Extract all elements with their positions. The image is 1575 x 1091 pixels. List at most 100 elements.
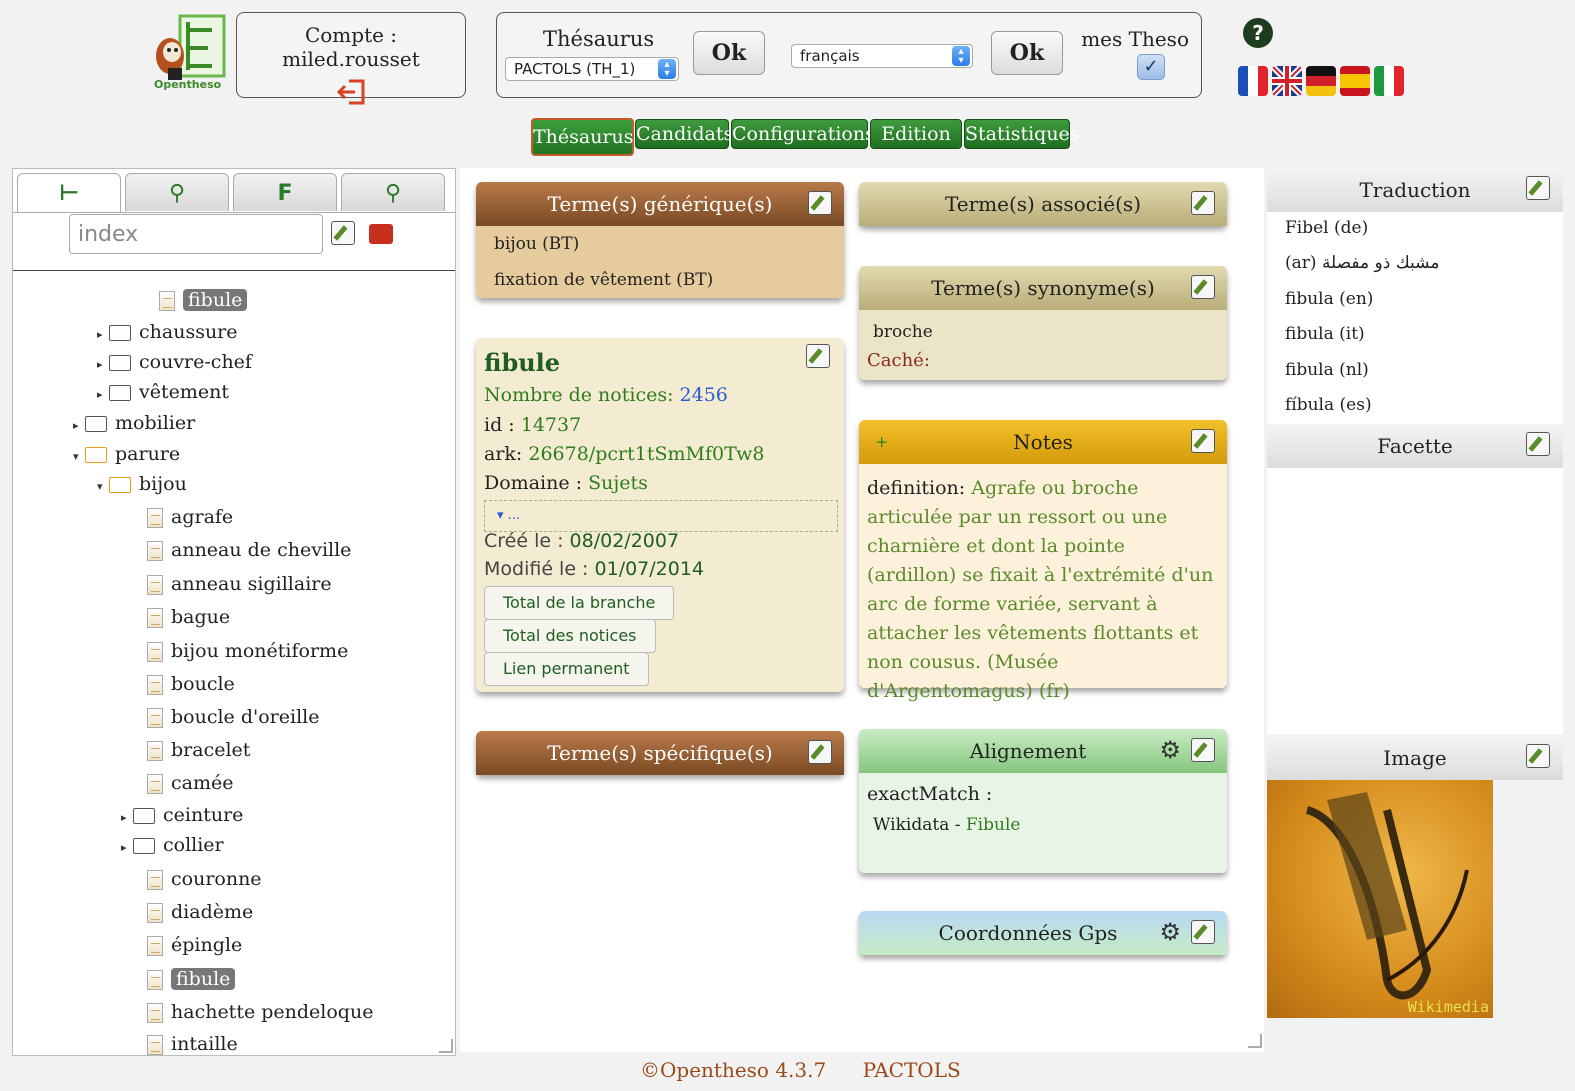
edit-icon[interactable] bbox=[1526, 744, 1550, 768]
tree-item[interactable]: bracelet bbox=[135, 737, 250, 763]
edit-icon[interactable] bbox=[1526, 432, 1550, 456]
edit-icon[interactable] bbox=[1191, 191, 1215, 215]
tree-item[interactable]: agrafe bbox=[135, 504, 233, 530]
edit-icon[interactable] bbox=[1191, 738, 1215, 762]
edit-icon[interactable] bbox=[808, 740, 832, 764]
logout-icon[interactable] bbox=[335, 77, 367, 107]
add-note-button[interactable]: + bbox=[875, 420, 888, 464]
tree-item[interactable]: anneau de cheville bbox=[135, 537, 351, 563]
menu-tab-edition[interactable]: Edition bbox=[870, 119, 962, 149]
collapse-icon[interactable]: ▾ bbox=[73, 444, 85, 470]
index-search-input[interactable] bbox=[69, 214, 323, 254]
search-icon: ⚲ bbox=[168, 181, 186, 206]
generic-term-item[interactable]: bijou (BT) bbox=[494, 234, 579, 254]
thesaurus-ok-button[interactable]: Ok bbox=[693, 31, 765, 75]
expand-icon[interactable]: ▸ bbox=[73, 413, 85, 439]
tab-hierarchy[interactable]: ⊢ bbox=[17, 173, 121, 213]
expand-icon[interactable]: ▸ bbox=[97, 322, 109, 348]
facet-icon: F bbox=[277, 181, 293, 206]
tree-item[interactable]: diadème bbox=[135, 899, 253, 925]
domain-value[interactable]: Sujets bbox=[588, 472, 648, 494]
tree-item[interactable]: intaille bbox=[135, 1031, 238, 1055]
modified-value: 01/07/2014 bbox=[594, 558, 705, 580]
concept-card: fibule Nombre de notices: 2456 id : 1473… bbox=[476, 338, 844, 692]
synonym-item[interactable]: broche bbox=[873, 322, 933, 342]
edit-icon[interactable] bbox=[806, 344, 830, 368]
expand-icon[interactable]: ▸ bbox=[121, 835, 133, 861]
toolbox-icon[interactable] bbox=[369, 224, 393, 244]
edit-icon[interactable] bbox=[808, 191, 832, 215]
tree-item[interactable]: ▾ parure bbox=[73, 441, 180, 467]
mes-theso-checkbox[interactable]: ✓ bbox=[1137, 54, 1165, 80]
tree-item[interactable]: couronne bbox=[135, 866, 262, 892]
menu-tab-thesaurus[interactable]: Thésaurus bbox=[531, 118, 634, 156]
alignment-target-link[interactable]: Fibule bbox=[966, 815, 1021, 835]
total-notices-button[interactable]: Total des notices bbox=[484, 619, 656, 653]
edit-icon[interactable] bbox=[331, 221, 355, 245]
permanent-link-button[interactable]: Lien permanent bbox=[484, 652, 649, 686]
tab-search-facets[interactable]: ⚲ bbox=[341, 173, 445, 211]
tree-item[interactable]: ▸ couvre-chef bbox=[97, 349, 252, 375]
tab-facets[interactable]: F bbox=[233, 173, 337, 211]
tree-item-selected-top[interactable]: fibule bbox=[159, 287, 248, 313]
tree-item[interactable]: boucle bbox=[135, 671, 235, 697]
collapse-panel-toggle[interactable]: ▾ ... bbox=[484, 500, 838, 532]
tree-item[interactable]: hachette pendeloque bbox=[135, 999, 373, 1025]
tree-item[interactable]: ▸ vêtement bbox=[97, 379, 229, 405]
help-icon[interactable]: ? bbox=[1243, 18, 1273, 48]
resize-handle[interactable] bbox=[1248, 1034, 1262, 1048]
edit-icon[interactable] bbox=[1526, 176, 1550, 200]
ark-value[interactable]: 26678/pcrt1tSmMf0Tw8 bbox=[528, 443, 764, 465]
thesaurus-select[interactable]: PACTOLS (TH_1) ▴ ▾ bbox=[505, 57, 679, 81]
language-select-value: français bbox=[800, 47, 860, 65]
collapse-icon[interactable]: ▾ bbox=[97, 474, 109, 500]
flag-it-icon[interactable] bbox=[1374, 66, 1404, 96]
flag-uk-icon[interactable] bbox=[1272, 66, 1302, 96]
flag-de-icon[interactable] bbox=[1306, 66, 1336, 96]
facet-header: Facette bbox=[1267, 424, 1563, 468]
total-branch-button[interactable]: Total de la branche bbox=[484, 586, 675, 620]
flag-fr-icon[interactable] bbox=[1238, 66, 1268, 96]
translation-item[interactable]: fibula (en) bbox=[1285, 289, 1373, 309]
gear-icon[interactable]: ⚙ bbox=[1159, 918, 1181, 946]
resize-handle[interactable] bbox=[439, 1039, 453, 1053]
edit-icon[interactable] bbox=[1191, 429, 1215, 453]
tree-item[interactable]: camée bbox=[135, 770, 233, 796]
gps-card: Coordonnées Gps ⚙ bbox=[859, 911, 1227, 955]
concept-image[interactable]: Wikimedia bbox=[1267, 780, 1493, 1018]
tab-search[interactable]: ⚲ bbox=[125, 173, 229, 211]
tree-item[interactable]: ▸ mobilier bbox=[73, 410, 195, 436]
tree-item[interactable]: ▸ collier bbox=[121, 832, 224, 858]
tree-item[interactable]: ▸ chaussure bbox=[97, 319, 238, 345]
tree-item[interactable]: ▾ bijou bbox=[97, 471, 187, 497]
expand-icon[interactable]: ▸ bbox=[97, 382, 109, 408]
edit-icon[interactable] bbox=[1191, 275, 1215, 299]
tree-item[interactable]: épingle bbox=[135, 932, 242, 958]
menu-tab-configurations[interactable]: Configurations bbox=[731, 119, 875, 149]
tree-item[interactable]: bague bbox=[135, 604, 230, 630]
translation-item[interactable]: (ar) مشبك ذو مفصلة bbox=[1285, 253, 1439, 273]
tree-item[interactable]: ▸ ceinture bbox=[121, 802, 243, 828]
expand-icon[interactable]: ▸ bbox=[121, 805, 133, 831]
translation-item[interactable]: fibula (nl) bbox=[1285, 360, 1369, 380]
language-select[interactable]: français ▴ ▾ bbox=[791, 44, 973, 68]
language-ok-button[interactable]: Ok bbox=[991, 31, 1063, 75]
translation-item[interactable]: fibula (it) bbox=[1285, 324, 1365, 344]
flag-es-icon[interactable] bbox=[1340, 66, 1370, 96]
folder-icon bbox=[133, 808, 155, 824]
tree-item[interactable]: boucle d'oreille bbox=[135, 704, 319, 730]
tree-item[interactable]: anneau sigillaire bbox=[135, 571, 332, 597]
gps-title: Coordonnées Gps bbox=[938, 921, 1118, 945]
notices-value[interactable]: 2456 bbox=[680, 384, 728, 406]
menu-tab-statistiques[interactable]: Statistiques bbox=[964, 119, 1080, 149]
gear-icon[interactable]: ⚙ bbox=[1159, 736, 1181, 764]
id-row: id : 14737 bbox=[484, 414, 581, 436]
generic-term-item[interactable]: fixation de vêtement (BT) bbox=[494, 270, 713, 290]
menu-tab-candidats[interactable]: Candidats bbox=[635, 119, 733, 149]
translation-item[interactable]: fíbula (es) bbox=[1285, 395, 1372, 415]
edit-icon[interactable] bbox=[1191, 920, 1215, 944]
translation-item[interactable]: Fibel (de) bbox=[1285, 218, 1368, 238]
tree-item[interactable]: bijou monétiforme bbox=[135, 638, 348, 664]
tree-item[interactable]: fibule bbox=[135, 966, 236, 992]
expand-icon[interactable]: ▸ bbox=[97, 352, 109, 378]
